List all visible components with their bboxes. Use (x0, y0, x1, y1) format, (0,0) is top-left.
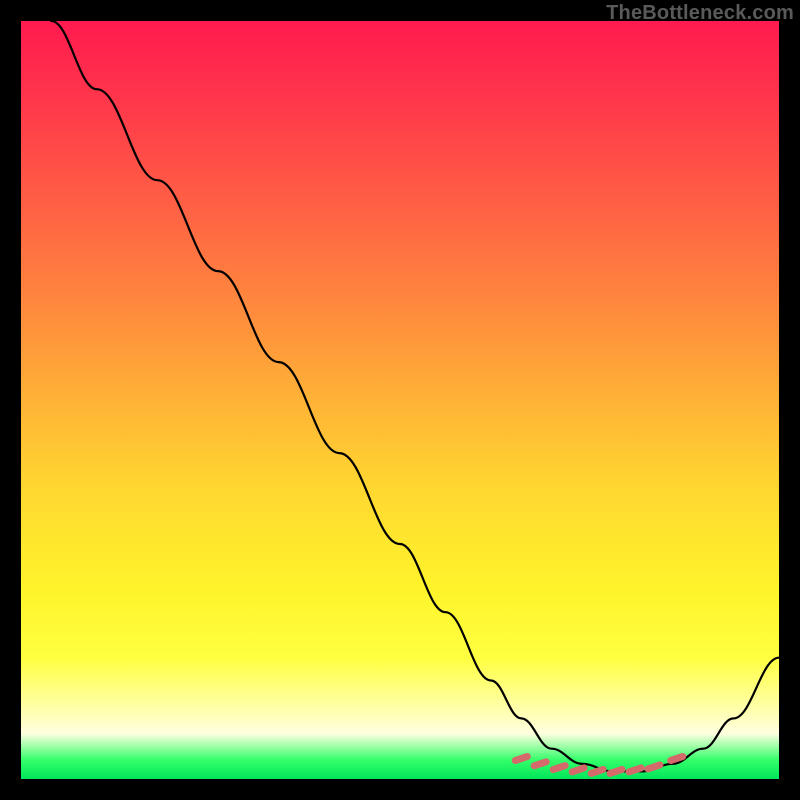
highlight-dot (553, 766, 565, 770)
highlight-dot (591, 769, 603, 773)
highlight-dot (515, 757, 527, 761)
highlight-dot (671, 757, 683, 761)
highlight-dot (629, 768, 641, 772)
watermark-text: TheBottleneck.com (606, 2, 794, 25)
bottleneck-curve (51, 21, 779, 771)
highlight-dot (610, 769, 622, 773)
chart-plot-area (21, 21, 779, 779)
highlight-markers (515, 757, 682, 774)
highlight-dot (572, 768, 584, 772)
highlight-dot (534, 762, 546, 766)
chart-overlay (21, 21, 779, 779)
highlight-dot (648, 765, 660, 769)
